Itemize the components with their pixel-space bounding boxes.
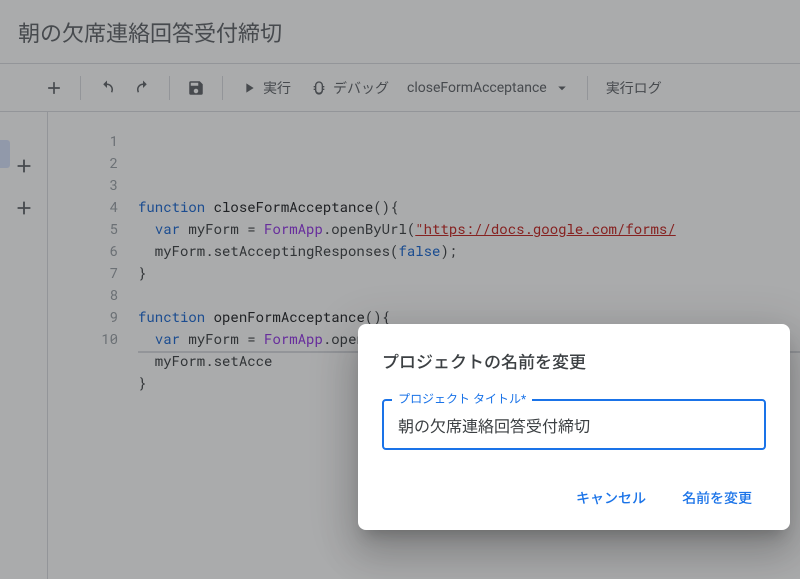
rename-button[interactable]: 名前を変更 [668,478,766,518]
rename-project-dialog: プロジェクトの名前を変更 プロジェクト タイトル* キャンセル 名前を変更 [358,324,790,530]
project-title-field: プロジェクト タイトル* [382,399,766,450]
dialog-title: プロジェクトの名前を変更 [382,348,766,373]
field-label: プロジェクト タイトル* [392,390,532,407]
cancel-button[interactable]: キャンセル [562,478,660,518]
dialog-actions: キャンセル 名前を変更 [382,478,766,518]
